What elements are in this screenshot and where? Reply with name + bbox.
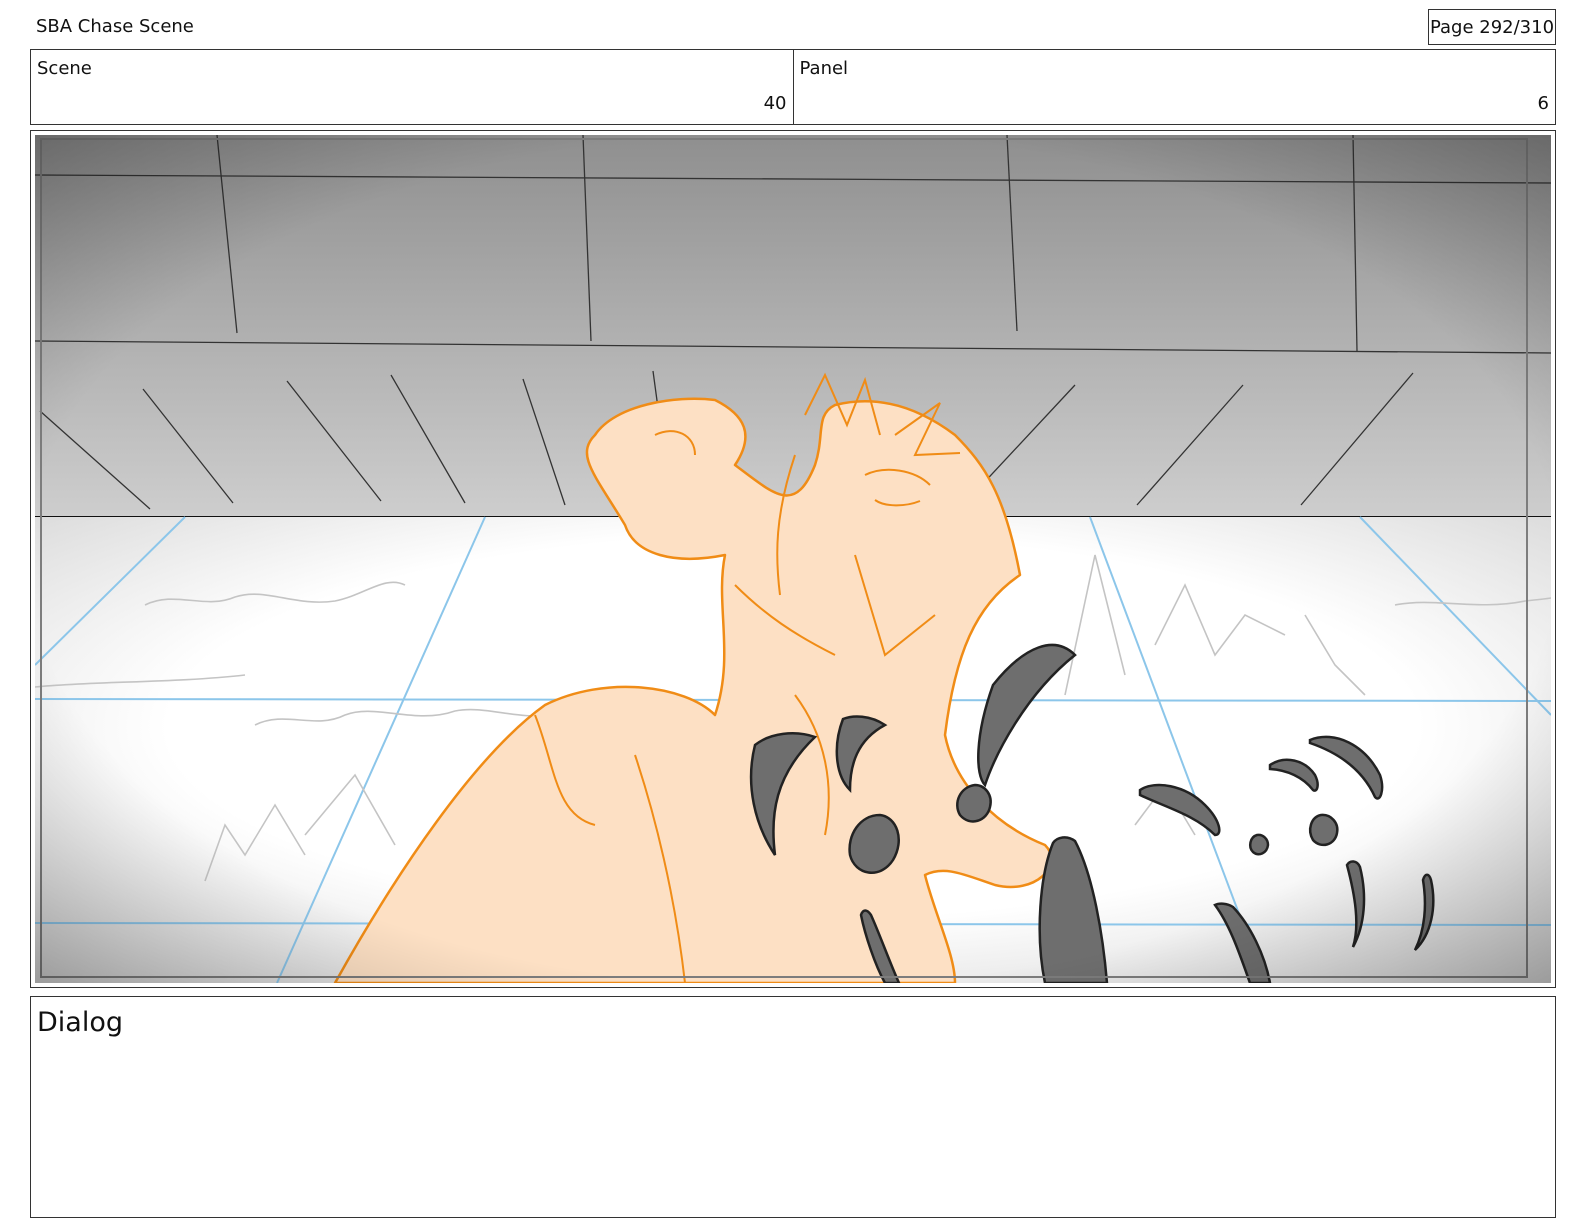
storyboard-drawing: [35, 135, 1551, 983]
panel-label: Panel: [799, 58, 849, 79]
scene-number: 40: [763, 93, 787, 114]
dialog-box: Dialog: [30, 996, 1556, 1218]
panel-number: 6: [1537, 93, 1549, 114]
panel-cell: Panel 6: [792, 50, 1556, 124]
scene-cell: Scene 40: [31, 50, 793, 124]
scene-label: Scene: [37, 58, 92, 79]
page-indicator: Page 292/310: [1428, 9, 1556, 45]
storyboard-frame: [30, 130, 1556, 988]
scene-panel-info: Scene 40 Panel 6: [30, 49, 1556, 125]
dialog-label: Dialog: [37, 1007, 123, 1038]
project-title: SBA Chase Scene: [36, 16, 194, 37]
